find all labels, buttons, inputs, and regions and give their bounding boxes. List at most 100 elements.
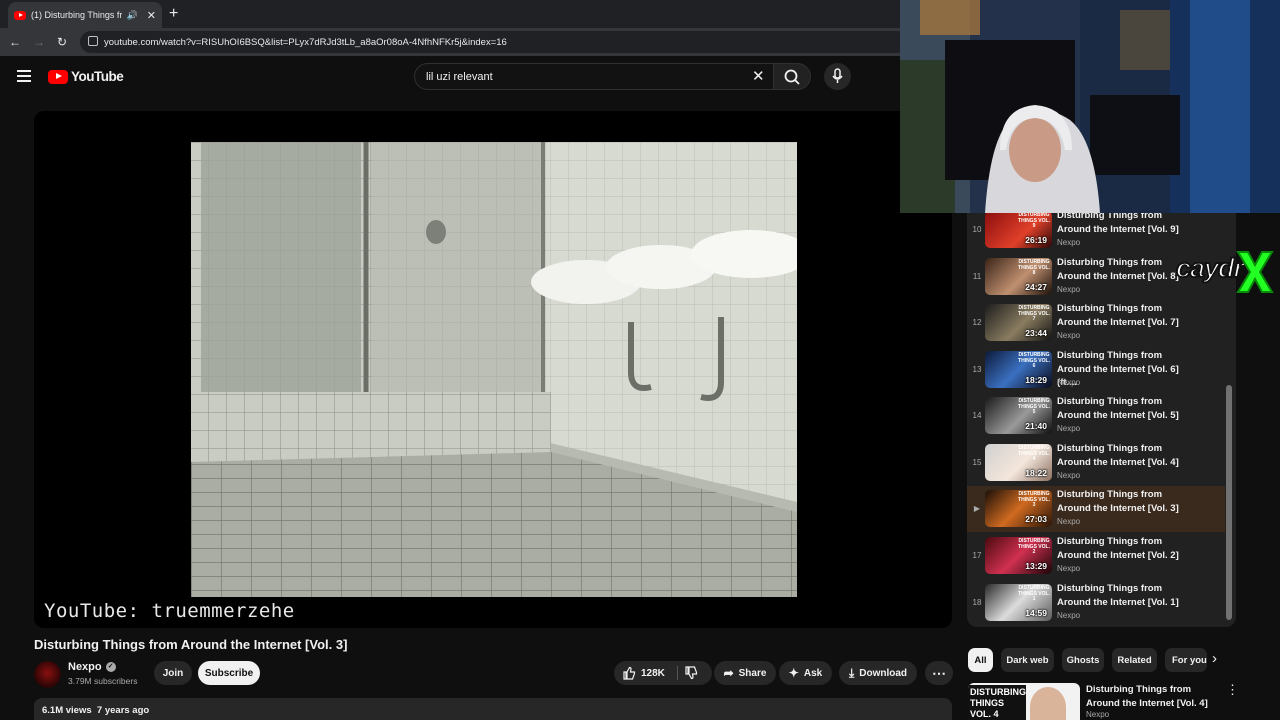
playlist-item[interactable]: 12 DISTURBING THINGS VOL. 7 23:44 Disturbin… <box>967 300 1225 346</box>
playlist-item-title: Disturbing Things from Around the Intern… <box>1057 210 1179 235</box>
playlist-item-index: 13 <box>972 365 982 374</box>
playlist-item-thumbnail[interactable]: DISTURBING THINGS VOL. 3 27:03 <box>985 490 1052 527</box>
playlist-item-index: 17 <box>972 551 982 560</box>
chip-for-you[interactable]: For you <box>1165 648 1207 672</box>
playlist-item-thumbnail[interactable]: DISTURBING THINGS VOL. 1 14:59 <box>985 584 1052 621</box>
playlist-item-title: Disturbing Things from Around the Intern… <box>1057 396 1179 421</box>
duration-badge: 21:40 <box>1025 421 1047 431</box>
thumbnail-label: DISTURBING THINGS VOL. 2 <box>1018 538 1050 555</box>
playlist-item-channel: Nexpo <box>1057 611 1081 620</box>
reload-icon[interactable]: ↻ <box>57 35 67 49</box>
duration-badge: 18:22 <box>1025 468 1047 478</box>
playlist-item-channel: Nexpo <box>1057 424 1081 433</box>
playlist-item-index: ▶ <box>973 504 981 513</box>
chip-all[interactable]: All <box>968 648 993 672</box>
recommendation-thumbnail[interactable]: DISTURBING THINGS VOL. 4 <box>968 683 1080 720</box>
clear-search-icon[interactable]: ✕ <box>752 67 765 85</box>
thumbs-down-icon[interactable] <box>684 666 698 680</box>
playlist-item-channel: Nexpo <box>1057 517 1081 526</box>
search-icon <box>784 69 800 85</box>
verified-check-icon: ✓ <box>105 662 116 672</box>
search-input[interactable]: lil uzi relevant <box>414 63 774 90</box>
like-dislike-group[interactable]: 128K <box>614 661 712 685</box>
like-divider <box>677 666 678 680</box>
playlist-item[interactable]: 18 DISTURBING THINGS VOL. 1 14:59 Disturbin… <box>967 580 1225 626</box>
playlist-item-title: Disturbing Things from Around the Intern… <box>1057 536 1179 561</box>
search-button[interactable] <box>773 63 811 90</box>
download-button[interactable]: ⤓ Download <box>839 661 917 685</box>
recommendation-title[interactable]: Disturbing Things from Around the Intern… <box>1086 683 1216 710</box>
site-info-icon[interactable] <box>88 36 98 46</box>
recommendation-channel[interactable]: Nexpo <box>1086 710 1109 719</box>
playlist-item[interactable]: ▶ DISTURBING THINGS VOL. 3 27:03 Disturbing… <box>967 486 1225 532</box>
playlist-item-channel: Nexpo <box>1057 331 1081 340</box>
playlist-item[interactable]: 15 DISTURBING THINGS VOL. 4 18:22 Disturbin… <box>967 440 1225 486</box>
back-arrow-icon[interactable]: ← <box>9 35 21 49</box>
playlist-item-index: 11 <box>972 272 982 281</box>
thumbnail-label: DISTURBING THINGS VOL. 3 <box>1018 491 1050 508</box>
more-horizontal-icon: ⋯ <box>932 664 946 681</box>
playlist-item[interactable]: 14 DISTURBING THINGS VOL. 5 21:40 Disturbin… <box>967 393 1225 439</box>
playlist-item-channel: Nexpo <box>1057 471 1081 480</box>
video-player[interactable]: YouTube: truemmerzehe <box>34 111 952 628</box>
browser-tab[interactable]: (1) Disturbing Things from 🔊 ✕ <box>8 2 162 28</box>
thumbnail-label: DISTURBING THINGS VOL. 1 <box>1018 585 1050 602</box>
playlist-item-thumbnail[interactable]: DISTURBING THINGS VOL. 4 18:22 <box>985 444 1052 481</box>
recommendation-thumb-face <box>1030 687 1066 720</box>
new-tab-button[interactable]: + <box>169 5 178 23</box>
youtube-logo[interactable]: YouTube <box>48 69 124 84</box>
video-frame-image <box>191 142 797 597</box>
playlist-item-title: Disturbing Things from Around the Intern… <box>1057 443 1179 468</box>
playlist-item-thumbnail[interactable]: DISTURBING THINGS VOL. 6 18:29 <box>985 351 1052 388</box>
chip-dark-web[interactable]: Dark web <box>1001 648 1054 672</box>
playlist-item-thumbnail[interactable]: DISTURBING THINGS VOL. 8 24:27 <box>985 258 1052 295</box>
url-text: youtube.com/watch?v=RISUhOI6BSQ&list=PLy… <box>104 36 507 48</box>
playlist-item-thumbnail[interactable]: DISTURBING THINGS VOL. 9 26:19 <box>985 211 1052 248</box>
join-button[interactable]: Join <box>154 661 192 685</box>
subscribe-button[interactable]: Subscribe <box>198 661 260 685</box>
duration-badge: 13:29 <box>1025 561 1047 571</box>
playlist-item[interactable]: 17 DISTURBING THINGS VOL. 2 13:29 Disturbin… <box>967 533 1225 579</box>
tab-close-icon[interactable]: ✕ <box>147 9 156 22</box>
playlist-item-index: 18 <box>972 598 982 607</box>
more-vertical-icon[interactable]: ⋮ <box>1226 682 1239 698</box>
thumbnail-label: DISTURBING THINGS VOL. 8 <box>1018 259 1050 276</box>
tab-title: (1) Disturbing Things from <box>31 10 122 20</box>
menu-icon[interactable] <box>17 70 31 82</box>
thumbs-up-icon[interactable] <box>622 666 636 680</box>
playlist-item-channel: Nexpo <box>1057 378 1081 387</box>
channel-avatar[interactable] <box>34 661 61 688</box>
chip-related[interactable]: Related <box>1112 648 1157 672</box>
playlist-scrollbar[interactable] <box>1226 385 1232 620</box>
streamer-x-logo-icon <box>1236 251 1274 293</box>
playlist-item-thumbnail[interactable]: DISTURBING THINGS VOL. 5 21:40 <box>985 397 1052 434</box>
voice-search-button[interactable] <box>824 63 851 90</box>
playlist-item-thumbnail[interactable]: DISTURBING THINGS VOL. 7 23:44 <box>985 304 1052 341</box>
playlist-item-index: 10 <box>972 225 982 234</box>
forward-arrow-icon[interactable]: → <box>33 35 45 49</box>
sparkle-icon: ✦ <box>788 666 799 680</box>
webcam-image <box>900 0 1280 213</box>
channel-name[interactable]: Nexpo ✓ <box>68 661 116 673</box>
playlist-item-channel: Nexpo <box>1057 564 1081 573</box>
more-actions-button[interactable]: ⋯ <box>925 661 953 685</box>
playlist-item[interactable]: 13 DISTURBING THINGS VOL. 6 18:29 Disturbin… <box>967 347 1225 393</box>
duration-badge: 26:19 <box>1025 235 1047 245</box>
playlist-item-thumbnail[interactable]: DISTURBING THINGS VOL. 2 13:29 <box>985 537 1052 574</box>
duration-badge: 23:44 <box>1025 328 1047 338</box>
thumbnail-label: DISTURBING THINGS VOL. 6 <box>1018 352 1050 369</box>
playlist-item-channel: Nexpo <box>1057 285 1081 294</box>
chevron-right-icon[interactable]: › <box>1212 650 1217 667</box>
address-bar[interactable]: youtube.com/watch?v=RISUhOI6BSQ&list=PLy… <box>80 31 910 53</box>
ask-button[interactable]: ✦ Ask <box>779 661 832 685</box>
tab-audio-icon[interactable]: 🔊 <box>127 10 138 21</box>
chip-ghosts[interactable]: Ghosts <box>1062 648 1104 672</box>
video-watermark: YouTube: truemmerzehe <box>44 600 295 622</box>
description-box[interactable]: 6.1M views 7 years ago <box>34 698 952 720</box>
duration-badge: 18:29 <box>1025 375 1047 385</box>
subscriber-count: 3.79M subscribers <box>68 676 138 686</box>
microphone-icon <box>832 68 843 83</box>
share-button[interactable]: ➦ Share <box>714 661 776 685</box>
playlist-item[interactable]: 10 DISTURBING THINGS VOL. 9 26:19 Disturbin… <box>967 207 1225 253</box>
download-label: Download <box>859 667 908 679</box>
